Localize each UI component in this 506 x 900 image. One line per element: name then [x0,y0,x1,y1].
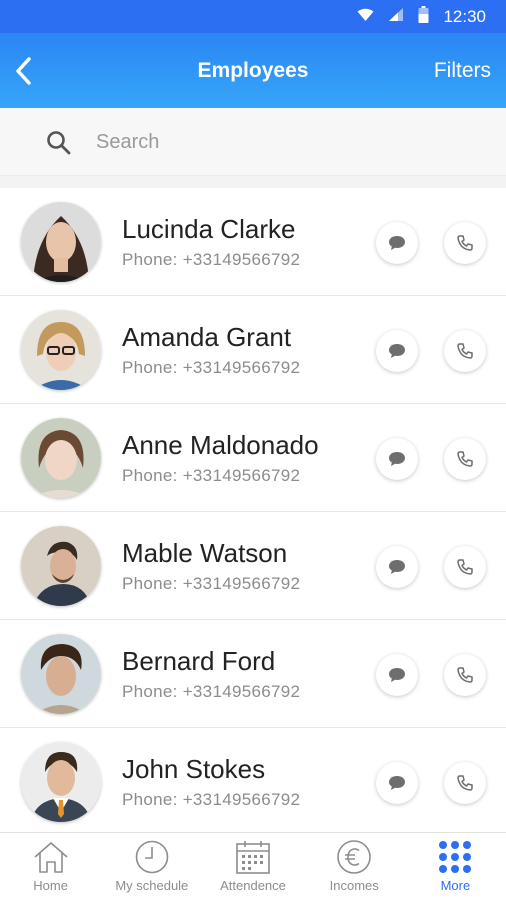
employee-name: Mable Watson [122,538,288,568]
employee-name: Anne Maldonado [122,430,319,460]
employee-list: Lucinda Clarke Phone: +33149566792 Amand… [0,188,506,836]
signal-icon [388,7,404,27]
phone-icon [457,559,473,575]
chat-bubble-icon [389,776,405,790]
nav-label-home: Home [33,878,68,893]
employee-phone: Phone: +33149566792 [122,466,301,485]
employee-phone: Phone: +33149566792 [122,682,301,701]
nav-label-attendence: Attendence [220,878,286,893]
employee-name: Lucinda Clarke [122,214,296,244]
message-button[interactable] [376,762,418,804]
avatar [21,418,101,498]
employee-name: Amanda Grant [122,322,292,352]
home-icon [0,833,101,873]
message-button[interactable] [376,654,418,696]
call-button[interactable] [444,330,486,372]
employee-row[interactable]: Bernard Ford Phone: +33149566792 [0,620,506,728]
list-separator [0,176,506,188]
employee-row[interactable]: Mable Watson Phone: +33149566792 [0,512,506,620]
search-input[interactable] [96,126,476,158]
message-button[interactable] [376,330,418,372]
phone-icon [457,343,473,359]
search-icon [46,130,72,161]
employee-row[interactable]: John Stokes Phone: +33149566792 [0,728,506,836]
nav-label-more: More [440,878,471,893]
nav-incomes[interactable]: Incomes [304,833,405,900]
call-button[interactable] [444,222,486,264]
call-button[interactable] [444,546,486,588]
phone-icon [457,775,473,791]
call-button[interactable] [444,654,486,696]
employee-phone: Phone: +33149566792 [122,358,301,377]
employee-phone: Phone: +33149566792 [122,790,301,809]
chat-bubble-icon [389,560,405,574]
bottom-nav: Home My schedule Attendence Incomes More [0,832,506,900]
nav-more[interactable]: More [405,833,506,900]
status-time: 12:30 [443,7,486,26]
app-bar: Employees Filters [0,33,506,108]
employee-row[interactable]: Amanda Grant Phone: +33149566792 [0,296,506,404]
employee-name: John Stokes [122,754,266,784]
nav-label-schedule: My schedule [115,878,189,893]
wifi-icon [357,8,374,27]
nav-attendence[interactable]: Attendence [202,833,303,900]
message-button[interactable] [376,546,418,588]
status-bar: 12:30 [0,0,506,33]
avatar [21,202,101,282]
employee-phone: Phone: +33149566792 [122,250,301,269]
chat-bubble-icon [389,452,405,466]
clock-icon [101,833,202,874]
employee-row[interactable]: Lucinda Clarke Phone: +33149566792 [0,188,506,296]
nav-label-incomes: Incomes [329,878,379,893]
avatar [21,310,101,390]
avatar [21,526,101,606]
call-button[interactable] [444,762,486,804]
call-button[interactable] [444,438,486,480]
battery-icon [418,6,429,28]
page-title: Employees [197,59,309,82]
filters-button[interactable]: Filters [434,59,491,83]
grid-icon [405,833,506,873]
avatar [21,634,101,714]
employee-row[interactable]: Anne Maldonado Phone: +33149566792 [0,404,506,512]
employee-phone: Phone: +33149566792 [122,574,301,593]
nav-home[interactable]: Home [0,833,101,900]
phone-icon [457,451,473,467]
chat-bubble-icon [389,236,405,250]
phone-icon [457,667,473,683]
avatar [21,742,101,822]
message-button[interactable] [376,438,418,480]
chat-bubble-icon [389,668,405,682]
chat-bubble-icon [389,344,405,358]
employee-name: Bernard Ford [122,646,276,676]
message-button[interactable] [376,222,418,264]
phone-icon [457,235,473,251]
search-bar [0,108,506,176]
euro-icon [304,833,405,874]
calendar-icon [202,833,303,874]
nav-my-schedule[interactable]: My schedule [101,833,202,900]
